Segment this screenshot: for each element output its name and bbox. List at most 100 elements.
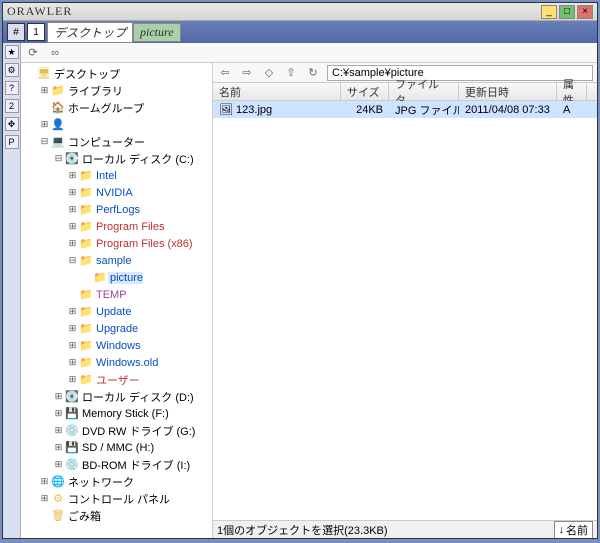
tab-grid-button[interactable]: # [7, 23, 25, 41]
tab-number-button[interactable]: 1 [27, 23, 45, 41]
expander-icon[interactable]: ⊞ [67, 221, 78, 232]
tree-item[interactable]: 🏠ホームグループ [21, 99, 212, 116]
breadcrumb-current[interactable]: picture [133, 23, 181, 42]
window-buttons: _ □ × [541, 5, 593, 19]
tree-item[interactable]: 🗑ごみ箱 [21, 507, 212, 524]
tree-item[interactable]: ⊞📁Program Files [21, 218, 212, 235]
tree-item[interactable]: ⊞📁Update [21, 303, 212, 320]
column-header[interactable]: 更新日時 [459, 83, 557, 100]
tree-item[interactable]: ⊞📁Windows [21, 337, 212, 354]
folder-icon: 📁 [78, 169, 94, 183]
tree-label: デスクトップ [52, 66, 120, 82]
tree-item[interactable]: 📁picture [21, 269, 212, 286]
reload-icon[interactable]: ↻ [305, 65, 321, 81]
tree-item[interactable]: ⊟💻コンピューター [21, 133, 212, 150]
maximize-button[interactable]: □ [559, 5, 575, 19]
sidebar-favorite-button[interactable]: ★ [5, 45, 19, 59]
expander-icon[interactable]: ⊞ [39, 493, 50, 504]
back-icon[interactable]: ⇦ [217, 65, 233, 81]
up-icon[interactable]: ⇧ [283, 65, 299, 81]
titlebar: ORAWLER _ □ × [3, 3, 597, 21]
expander-icon[interactable]: ⊞ [67, 357, 78, 368]
tree-item[interactable]: ⊞📁Program Files (x86) [21, 235, 212, 252]
expander-icon[interactable]: ⊞ [53, 408, 64, 419]
file-list[interactable]: 🖼 123.jpg24KBJPG ファイル2011/04/08 07:33A [213, 101, 597, 520]
refresh-icon[interactable]: ⟳ [25, 45, 41, 61]
expander-icon[interactable]: ⊟ [53, 153, 64, 164]
tree-item[interactable]: ⊟💽ローカル ディスク (C:) [21, 150, 212, 167]
expander-icon[interactable]: ⊞ [39, 85, 50, 96]
app-title: ORAWLER [7, 4, 541, 19]
folder-icon: 📁 [78, 237, 94, 251]
folder-icon: 💾 [64, 407, 80, 421]
expander-icon[interactable]: ⊞ [39, 119, 50, 130]
expander-icon[interactable]: ⊞ [53, 442, 64, 453]
minimize-button[interactable]: _ [541, 5, 557, 19]
expander-icon[interactable]: ⊞ [67, 187, 78, 198]
sidebar-p-button[interactable]: P [5, 135, 19, 149]
tree-item[interactable]: 📁TEMP [21, 286, 212, 303]
column-header[interactable]: 属性 [557, 83, 587, 100]
expander-icon[interactable]: ⊞ [39, 476, 50, 487]
link-icon[interactable]: ∞ [47, 45, 63, 61]
sort-button[interactable]: ↓ 名前 [554, 521, 594, 539]
expander-icon[interactable]: ⊞ [53, 425, 64, 436]
tree-item[interactable]: ⊞📁NVIDIA [21, 184, 212, 201]
expander-icon[interactable]: ⊞ [67, 204, 78, 215]
tree-item[interactable]: ⊞📁Windows.old [21, 354, 212, 371]
breadcrumb-segment[interactable]: デスクトップ [47, 22, 133, 43]
expander-icon[interactable]: ⊟ [39, 136, 50, 147]
expander-icon[interactable]: ⊞ [67, 374, 78, 385]
sort-label: 名前 [566, 522, 588, 538]
expander-icon[interactable]: ⊞ [67, 340, 78, 351]
tree-item[interactable]: 🖥デスクトップ [21, 65, 212, 82]
expander-icon[interactable]: ⊞ [53, 459, 64, 470]
tree-item[interactable]: ⊞📁ライブラリ [21, 82, 212, 99]
tree-item[interactable]: ⊞💿BD-ROM ドライブ (I:) [21, 456, 212, 473]
expander-icon[interactable]: ⊞ [67, 170, 78, 181]
expander-icon[interactable]: ⊟ [67, 255, 78, 266]
tree-label: Program Files (x86) [94, 238, 193, 250]
tree-item[interactable]: ⊞📁ユーザー [21, 371, 212, 388]
folder-icon: 💾 [64, 441, 80, 455]
column-header[interactable]: サイズ [341, 83, 389, 100]
status-sort: ↓ 名前 [554, 521, 594, 539]
sidebar-panel2-button[interactable]: 2 [5, 99, 19, 113]
forward-icon[interactable]: ⇨ [239, 65, 255, 81]
folder-icon: 📁 [50, 84, 66, 98]
tree-item[interactable]: ⊞💿DVD RW ドライブ (G:) [21, 422, 212, 439]
expander-icon[interactable]: ⊞ [67, 323, 78, 334]
file-row[interactable]: 🖼 123.jpg24KBJPG ファイル2011/04/08 07:33A [213, 101, 597, 118]
tree-item[interactable]: ⊞📁Upgrade [21, 320, 212, 337]
expander-icon[interactable]: ⊞ [67, 238, 78, 249]
tree-item[interactable]: ⊟📁sample [21, 252, 212, 269]
column-header[interactable]: ファイルタ… [389, 83, 459, 100]
sidebar-move-button[interactable]: ✥ [5, 117, 19, 131]
tree-item[interactable]: ⊞👤 [21, 116, 212, 133]
folder-icon: 🖥 [36, 67, 52, 81]
close-button[interactable]: × [577, 5, 593, 19]
tree-item[interactable]: ⊞⚙コントロール パネル [21, 490, 212, 507]
folder-tree[interactable]: 🖥デスクトップ⊞📁ライブラリ🏠ホームグループ⊞👤⊟💻コンピューター⊟💽ローカル … [21, 63, 213, 538]
sort-arrow-icon: ↓ [559, 524, 565, 536]
tree-label: Update [94, 306, 131, 318]
tree-item[interactable]: ⊞📁Intel [21, 167, 212, 184]
column-header[interactable]: 名前 [213, 83, 341, 100]
tree-item[interactable]: ⊞💽ローカル ディスク (D:) [21, 388, 212, 405]
left-toolbar: ⟳ ∞ [21, 43, 597, 63]
tree-item[interactable]: ⊞💾SD / MMC (H:) [21, 439, 212, 456]
address-bar[interactable]: C:¥sample¥picture [327, 65, 593, 81]
tree-label: ローカル ディスク (C:) [80, 151, 194, 167]
tree-item[interactable]: ⊞🌐ネットワーク [21, 473, 212, 490]
folder-icon: 📁 [78, 220, 94, 234]
sidebar-help-button[interactable]: ? [5, 81, 19, 95]
expander-icon[interactable]: ⊞ [67, 306, 78, 317]
expander-icon[interactable]: ⊞ [53, 391, 64, 402]
folder-icon: 📁 [78, 373, 94, 387]
tree-item[interactable]: ⊞💾Memory Stick (F:) [21, 405, 212, 422]
tree-item[interactable]: ⊞📁PerfLogs [21, 201, 212, 218]
column-headers: 名前サイズファイルタ…更新日時属性 [213, 83, 597, 101]
folder-icon: 📁 [78, 254, 94, 268]
diamond-icon[interactable]: ◇ [261, 65, 277, 81]
sidebar-settings-button[interactable]: ⚙ [5, 63, 19, 77]
